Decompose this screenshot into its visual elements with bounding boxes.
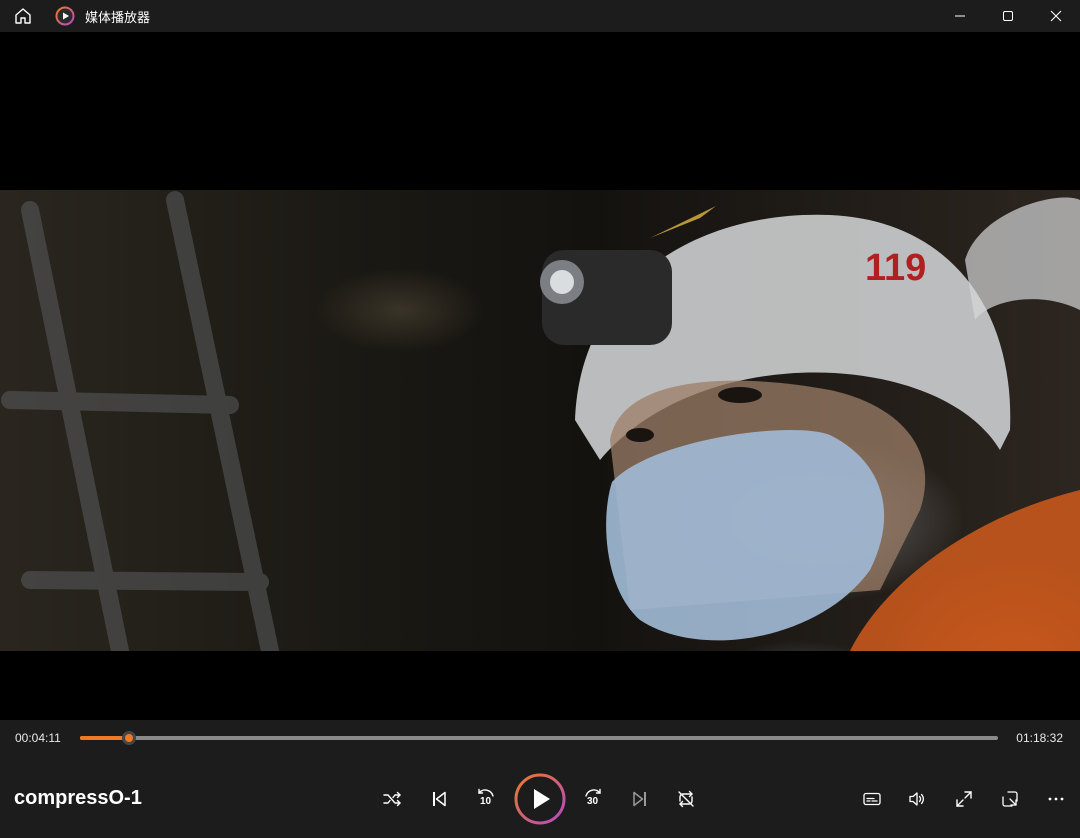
forward-30-label: 30 [587, 796, 599, 807]
title-bar: 媒体播放器 [0, 0, 1080, 32]
previous-button[interactable] [427, 787, 451, 811]
shuffle-icon [383, 791, 401, 807]
more-icon [1048, 797, 1064, 801]
subtitles-icon [863, 792, 881, 806]
seek-thumb[interactable] [121, 731, 136, 745]
total-time: 01:18:32 [1016, 731, 1063, 745]
maximize-icon [1003, 11, 1013, 21]
next-icon [633, 791, 646, 807]
media-player-logo-icon [54, 5, 76, 27]
play-button[interactable] [513, 772, 567, 826]
playback-controls: 00:04:11 01:18:32 compressO-1 10 30 [0, 720, 1080, 838]
previous-icon [433, 791, 446, 807]
volume-button[interactable] [905, 787, 929, 811]
fullscreen-button[interactable] [952, 787, 976, 811]
repeat-off-icon [678, 790, 694, 808]
app-title: 媒体播放器 [85, 9, 151, 25]
current-time: 00:04:11 [15, 731, 61, 745]
next-button[interactable] [628, 787, 652, 811]
minimize-icon [955, 15, 965, 17]
video-scene: 119 [1, 191, 1080, 651]
more-options-button[interactable] [1044, 787, 1068, 811]
home-icon [15, 8, 31, 24]
home-button[interactable] [0, 0, 46, 32]
minimize-button[interactable] [936, 0, 984, 32]
rewind-10-label: 10 [480, 796, 492, 807]
maximize-button[interactable] [984, 0, 1032, 32]
video-area[interactable]: 119 [0, 32, 1080, 720]
helmet-text: 119 [865, 247, 926, 289]
mini-player-icon [1002, 791, 1018, 807]
seek-bar[interactable] [80, 731, 998, 745]
volume-icon [909, 792, 924, 806]
repeat-button[interactable] [674, 787, 698, 811]
subtitles-button[interactable] [860, 787, 884, 811]
play-icon [514, 773, 566, 825]
video-frame[interactable]: 119 [0, 190, 1080, 651]
media-title: compressO-1 [14, 787, 142, 809]
close-icon [1050, 10, 1062, 22]
forward-30-button[interactable]: 30 [580, 786, 606, 812]
close-button[interactable] [1032, 0, 1080, 32]
mini-player-button[interactable] [998, 787, 1022, 811]
fullscreen-icon [956, 791, 972, 807]
rewind-10-button[interactable]: 10 [473, 786, 499, 812]
shuffle-button[interactable] [380, 787, 404, 811]
